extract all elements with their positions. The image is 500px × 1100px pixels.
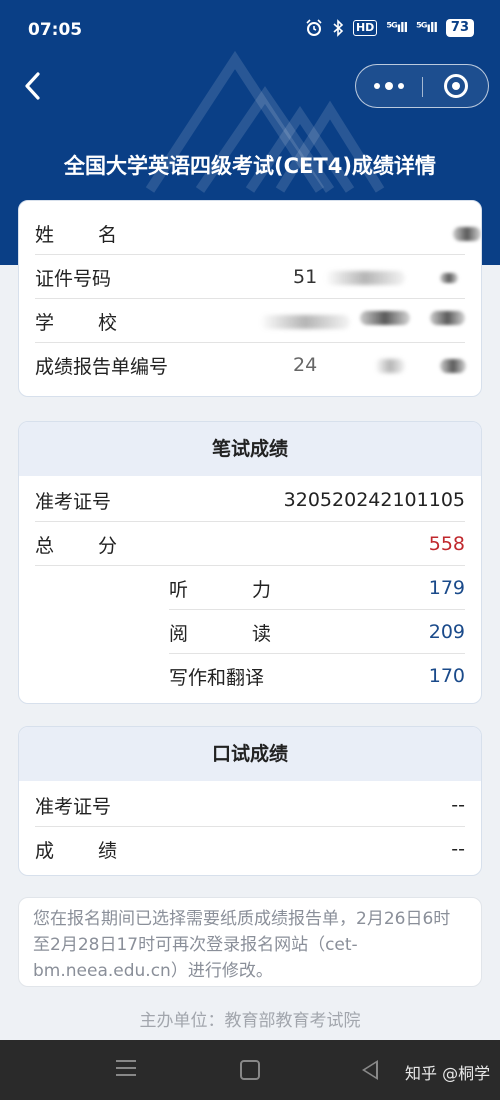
dot-icon [385,82,393,90]
redacted-school-b [360,311,410,325]
back-button[interactable] [18,68,50,104]
writing-label: 写作和翻译 [169,666,265,689]
bluetooth-icon [333,19,344,37]
zhihu-watermark: 知乎 @桐学 [405,1064,491,1083]
listening-row: 听 力 179 [169,566,465,610]
ticket-number: 320520242101105 [283,489,465,511]
total-score: 558 [428,533,465,555]
organizer-footer: 主办单位：教育部教育考试院 [139,1011,361,1031]
oral-score-label: 成 绩 [35,839,117,862]
redacted-report [375,359,405,373]
redacted-id [325,271,405,285]
listening-score: 179 [428,577,465,599]
total-label: 总 分 [35,534,117,557]
chevron-left-icon [25,72,40,100]
id-label: 证件号码 [35,267,112,290]
report-label: 成绩报告单编号 [35,355,169,378]
menu-icon[interactable] [116,1058,136,1078]
written-score-heading: 笔试成绩 [19,422,481,476]
page-title: 全国大学英语四级考试(CET4)成绩详情 [64,154,436,178]
status-icons: HD ⁵ᴳıll ⁵ᴳıll 73 [305,19,474,37]
signal-icon-2: ⁵ᴳıll [416,20,438,36]
name-label: 姓 名 [35,223,117,246]
info-row-id: 证件号码 51 [35,255,465,299]
info-row-name: 姓 名 [35,211,481,255]
redacted-name [453,227,481,241]
status-bar: 07:05 HD ⁵ᴳıll ⁵ᴳıll 73 [0,0,500,60]
written-score-card: 笔试成绩 准考证号 320520242101105 总 分 558 听 力 17… [18,421,482,704]
target-icon [444,74,468,98]
listening-label: 听 力 [169,578,271,601]
redacted-id-end [440,273,458,283]
redacted-school-a [260,315,350,329]
writing-row: 写作和翻译 170 [169,654,465,698]
redacted-school-c [430,311,465,325]
reading-row: 阅 读 209 [169,610,465,654]
ticket-label: 准考证号 [35,490,112,513]
more-options-button[interactable] [356,65,422,107]
miniprogram-capsule [355,64,489,108]
reading-score: 209 [428,621,465,643]
oral-score-value: -- [451,838,465,860]
oral-ticket-label: 准考证号 [35,795,112,818]
redacted-report-end [440,359,466,373]
oral-score-card: 口试成绩 准考证号 -- 成 绩 -- [18,726,482,876]
back-triangle-icon[interactable] [362,1060,378,1080]
personal-info-card: 姓 名 证件号码 51 学 校 成绩报告单编号 24 [18,200,482,397]
id-value: 51 [293,266,318,288]
oral-ticket-row: 准考证号 -- [35,783,465,827]
home-icon[interactable] [240,1060,260,1080]
close-miniprogram-button[interactable] [423,65,489,107]
report-value: 24 [293,354,318,376]
oral-score-heading: 口试成绩 [19,727,481,781]
battery-icon: 73 [445,19,474,37]
notice-text: 您在报名期间已选择需要纸质成绩报告单，2月26日6时至2月28日17时可再次登录… [18,897,482,987]
info-row-report: 成绩报告单编号 24 [35,343,466,387]
written-ticket-row: 准考证号 320520242101105 [35,478,465,522]
dot-icon [398,83,404,89]
hd-voice-badge: HD [352,20,378,36]
alarm-icon [306,19,322,36]
signal-icon: ⁵ᴳıll [386,20,408,36]
oral-score-row: 成 绩 -- [35,827,465,871]
school-label: 学 校 [35,311,117,334]
reading-label: 阅 读 [169,622,271,645]
writing-score: 170 [428,665,465,687]
total-score-row: 总 分 558 [35,522,465,566]
status-time: 07:05 [28,20,83,40]
oral-ticket-value: -- [451,794,465,816]
dot-icon [374,83,380,89]
info-row-school: 学 校 [35,299,465,343]
system-nav-bar: 知乎 @桐学 [0,1040,500,1100]
